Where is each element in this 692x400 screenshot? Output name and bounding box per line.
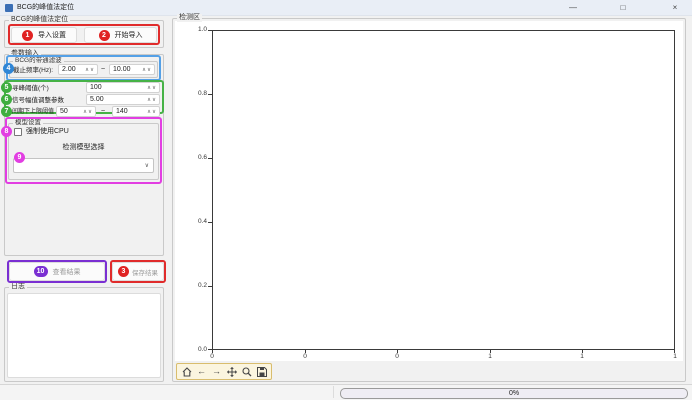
y-tick-label: 0.6	[190, 154, 207, 162]
peak-threshold-label: 寻峰阈值(个)	[12, 84, 49, 93]
y-tick-label: 0.4	[190, 218, 207, 226]
plot-group-label: 检测区	[177, 14, 202, 22]
badge-10: 10	[34, 266, 48, 277]
x-tick-label: 1	[481, 353, 499, 361]
save-results-label: 保存结果	[132, 267, 158, 277]
x-tick-mark	[582, 350, 583, 353]
badge-2: 2	[99, 30, 110, 41]
model-select-label: 检测模型选择	[8, 143, 159, 152]
badge-6: 6	[1, 94, 12, 105]
x-tick-label: 0	[296, 353, 314, 361]
y-tick-mark	[208, 158, 212, 159]
interval-low-spinbox[interactable]: 50 ∧∨	[56, 106, 96, 117]
cutoff-frequency-label: 截止频率(Hz):	[13, 66, 53, 75]
interval-limits-label: 间期下上限阈值	[12, 108, 54, 117]
badge-4: 4	[3, 63, 14, 74]
model-select-combobox[interactable]: ∨	[13, 158, 154, 173]
y-tick-mark	[208, 94, 212, 95]
import-settings-button[interactable]: 1 导入设置	[11, 27, 77, 43]
cutoff-high-spinbox[interactable]: 10.00 ∧∨	[109, 64, 155, 75]
plot-toolbar: ← →	[176, 363, 272, 380]
x-tick-label: 0	[203, 353, 221, 361]
y-tick-label: 0.8	[190, 90, 207, 98]
interval-low-value: 50	[57, 107, 83, 116]
cutoff-high-value: 10.00	[110, 65, 142, 74]
x-tick-mark	[212, 350, 213, 353]
forward-arrow-icon[interactable]: →	[211, 366, 222, 377]
model-group-label: 模型设置	[13, 119, 43, 127]
window-title: BCG的峰值法定位	[17, 3, 74, 13]
y-tick-label: 0.2	[190, 282, 207, 290]
amplitude-param-spinbox[interactable]: 5.00 ∧∨	[86, 94, 160, 105]
amplitude-param-label: 信号幅值调整参数	[12, 96, 64, 105]
bandpass-group-label: BCG的带通滤波	[13, 57, 64, 65]
app-icon	[5, 4, 13, 12]
progress-bar: 0%	[340, 388, 688, 399]
x-tick-mark	[674, 350, 675, 353]
home-icon[interactable]	[181, 366, 192, 377]
plot-axes-frame	[212, 30, 675, 350]
back-arrow-icon[interactable]: ←	[196, 366, 207, 377]
x-tick-mark	[490, 350, 491, 353]
badge-3: 3	[118, 266, 129, 277]
cutoff-low-spinbox[interactable]: 2.00 ∧∨	[58, 64, 98, 75]
save-results-button[interactable]: 3 保存结果	[112, 262, 164, 281]
badge-1: 1	[22, 30, 33, 41]
badge-7: 7	[1, 106, 12, 117]
x-tick-label: 0	[388, 353, 406, 361]
peak-threshold-spinbox[interactable]: 100 ∧∨	[86, 82, 160, 93]
peak-threshold-value: 100	[87, 83, 147, 92]
interval-tilde: ~	[101, 107, 105, 116]
start-import-label: 开始导入	[115, 30, 143, 40]
force-cpu-checkbox[interactable]	[14, 128, 22, 136]
x-tick-mark	[397, 350, 398, 353]
interval-high-value: 140	[113, 107, 147, 116]
badge-9: 9	[14, 152, 25, 163]
log-textarea[interactable]	[7, 293, 161, 378]
badge-5: 5	[1, 82, 12, 93]
import-settings-label: 导入设置	[38, 30, 66, 40]
title-bar: BCG的峰值法定位 — □ ×	[0, 0, 692, 16]
save-icon[interactable]	[256, 366, 267, 377]
pan-icon[interactable]	[226, 366, 237, 377]
badge-8: 8	[1, 126, 12, 137]
view-results-button[interactable]: 10 查看结果	[9, 262, 105, 281]
spinner-chevrons-icon[interactable]: ∧∨	[147, 109, 159, 115]
y-tick-mark	[208, 286, 212, 287]
x-tick-mark	[305, 350, 306, 353]
zoom-icon[interactable]	[241, 366, 252, 377]
y-tick-mark	[208, 30, 212, 31]
main-group-label: BCG的峰值法定位	[9, 16, 70, 24]
close-button[interactable]: ×	[658, 0, 692, 16]
spinner-chevrons-icon[interactable]: ∧∨	[142, 67, 154, 73]
spinner-chevrons-icon[interactable]: ∧∨	[83, 109, 95, 115]
y-tick-label: 1.0	[190, 26, 207, 34]
minimize-button[interactable]: —	[556, 0, 590, 16]
amplitude-param-value: 5.00	[87, 95, 147, 104]
cutoff-tilde: ~	[101, 65, 105, 74]
spinner-chevrons-icon[interactable]: ∧∨	[147, 85, 159, 91]
force-cpu-label: 强制使用CPU	[26, 127, 69, 136]
y-tick-mark	[208, 222, 212, 223]
x-tick-label: 1	[573, 353, 591, 361]
chevron-down-icon: ∨	[145, 162, 153, 169]
spinner-chevrons-icon[interactable]: ∧∨	[147, 97, 159, 103]
x-tick-label: 1	[666, 353, 684, 361]
view-results-label: 查看结果	[53, 267, 81, 277]
log-group-label: 日志	[9, 283, 27, 291]
cutoff-low-value: 2.00	[59, 65, 85, 74]
start-import-button[interactable]: 2 开始导入	[84, 27, 157, 43]
spinner-chevrons-icon[interactable]: ∧∨	[85, 67, 97, 73]
maximize-button[interactable]: □	[606, 0, 640, 16]
status-bar-divider	[333, 386, 334, 398]
interval-high-spinbox[interactable]: 140 ∧∨	[112, 106, 160, 117]
